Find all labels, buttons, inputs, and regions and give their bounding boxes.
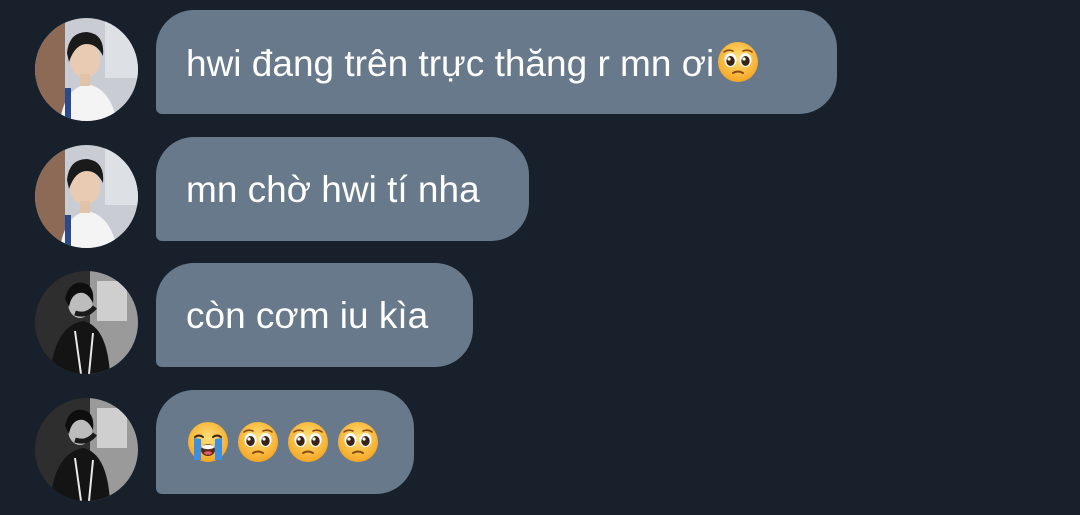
message-bubble[interactable]: còn cơm iu kìa [156,263,473,367]
message-row[interactable]: hwi đang trên trực thăng r mn ơi [0,10,1080,114]
message-row[interactable]: mn chờ hwi tí nha [0,137,1080,241]
loudly-crying-face-icon [186,420,230,464]
message-row[interactable]: còn cơm iu kìa [0,263,1080,367]
avatar[interactable] [35,271,138,374]
message-text: còn cơm iu kìa [186,294,429,336]
message-bubble[interactable]: hwi đang trên trực thăng r mn ơi [156,10,837,114]
pleading-face-icon [716,40,760,84]
pleading-face-icon [236,420,280,464]
emoji-row [186,420,386,464]
message-text: mn chờ hwi tí nha [186,168,480,210]
message-text: hwi đang trên trực thăng r mn ơi [186,40,760,84]
avatar[interactable] [35,145,138,248]
avatar[interactable] [35,398,138,501]
avatar[interactable] [35,18,138,121]
message-bubble[interactable]: mn chờ hwi tí nha [156,137,529,241]
message-row[interactable] [0,390,1080,494]
pleading-face-icon [336,420,380,464]
pleading-face-icon [286,420,330,464]
message-bubble[interactable] [156,390,414,494]
